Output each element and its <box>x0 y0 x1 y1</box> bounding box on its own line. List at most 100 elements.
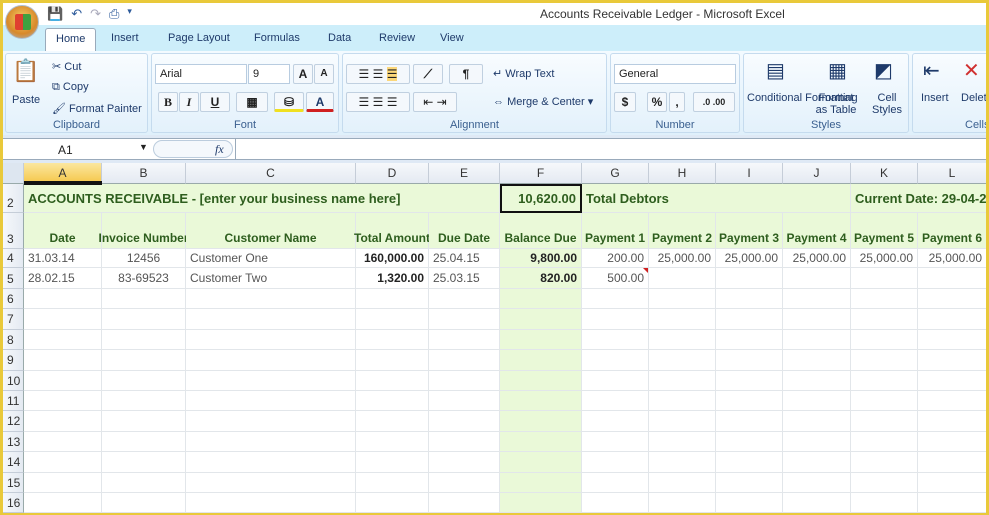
cell[interactable] <box>851 493 918 513</box>
save-icon[interactable]: 💾 <box>47 6 63 22</box>
cell[interactable] <box>716 370 783 391</box>
data-cell[interactable] <box>783 268 851 289</box>
row-header-13[interactable]: 13 <box>3 431 24 453</box>
cell[interactable] <box>918 309 986 330</box>
underline-button[interactable]: U <box>200 92 230 112</box>
worksheet-grid[interactable]: A B C D E F G H I J K L 2 3 4 5 6 7 8 9 10 11 12 13 14 15 16 Date In… <box>3 163 986 513</box>
cell[interactable] <box>429 411 500 432</box>
cell[interactable] <box>649 289 716 310</box>
fill-color-button[interactable]: ⛁ <box>274 92 304 112</box>
name-box-dropdown-icon[interactable]: ▼ <box>139 142 148 152</box>
cell[interactable] <box>851 411 918 432</box>
cell[interactable] <box>783 472 851 493</box>
column-header-K[interactable]: K <box>851 163 918 184</box>
cell[interactable] <box>356 472 429 493</box>
cell[interactable] <box>186 391 356 412</box>
cell[interactable] <box>102 329 186 351</box>
merge-center-button[interactable]: ⇔ Merge & Center ▾ <box>493 95 593 108</box>
cell[interactable] <box>186 329 356 351</box>
paste-button[interactable]: Paste <box>12 94 40 106</box>
data-cell[interactable] <box>716 268 783 289</box>
data-cell[interactable]: 25,000.00 <box>851 249 918 268</box>
cell[interactable] <box>429 472 500 493</box>
cell[interactable] <box>500 289 582 310</box>
total-debtors-value[interactable]: 10,620.00 <box>500 184 582 213</box>
office-button[interactable] <box>5 5 39 39</box>
cell[interactable] <box>716 329 783 351</box>
cell[interactable] <box>102 391 186 412</box>
row-header-16[interactable]: 16 <box>3 493 24 513</box>
total-debtors-label[interactable]: Total Debtors <box>582 184 851 213</box>
data-cell[interactable]: 25,000.00 <box>918 249 986 268</box>
column-heading[interactable]: Payment 2 <box>649 213 716 249</box>
cell[interactable] <box>186 431 356 453</box>
cell[interactable] <box>851 289 918 310</box>
font-name-select[interactable]: Arial <box>155 64 247 84</box>
cell[interactable] <box>851 350 918 371</box>
cell[interactable] <box>356 370 429 391</box>
cell[interactable] <box>649 472 716 493</box>
bold-button[interactable]: B <box>158 92 178 112</box>
cell[interactable] <box>102 493 186 513</box>
cell[interactable] <box>186 309 356 330</box>
horizontal-align-buttons[interactable]: ☰ ☰ ☰ <box>346 92 410 112</box>
cell[interactable] <box>851 452 918 473</box>
cell[interactable] <box>429 391 500 412</box>
cell[interactable] <box>649 350 716 371</box>
format-as-table-button[interactable]: Format as Table <box>814 92 858 116</box>
cell[interactable] <box>582 431 649 453</box>
cell[interactable] <box>649 370 716 391</box>
cell[interactable] <box>851 431 918 453</box>
cell[interactable] <box>851 391 918 412</box>
cell[interactable] <box>783 309 851 330</box>
cell[interactable] <box>783 431 851 453</box>
data-cell[interactable]: 25.03.15 <box>429 268 500 289</box>
cell[interactable] <box>102 350 186 371</box>
cell[interactable] <box>500 370 582 391</box>
undo-icon[interactable]: ↶ <box>71 6 82 22</box>
column-header-B[interactable]: B <box>102 163 186 184</box>
cell[interactable] <box>783 493 851 513</box>
cell[interactable] <box>186 452 356 473</box>
cell[interactable] <box>429 452 500 473</box>
row-header-8[interactable]: 8 <box>3 329 24 351</box>
cell[interactable] <box>716 391 783 412</box>
data-cell[interactable]: 25,000.00 <box>783 249 851 268</box>
cell[interactable] <box>582 329 649 351</box>
cell[interactable] <box>102 472 186 493</box>
orientation-button[interactable]: ⟋ <box>413 64 443 84</box>
column-heading[interactable]: Balance Due <box>500 213 582 249</box>
row-header-6[interactable]: 6 <box>3 289 24 310</box>
data-cell[interactable]: 12456 <box>102 249 186 268</box>
column-heading[interactable]: Date <box>24 213 102 249</box>
cell[interactable] <box>649 309 716 330</box>
sheet-title[interactable]: ACCOUNTS RECEIVABLE - [enter your busine… <box>24 184 500 213</box>
borders-button[interactable]: ▦ <box>236 92 268 112</box>
cell[interactable] <box>716 472 783 493</box>
cell[interactable] <box>783 370 851 391</box>
text-direction-button[interactable]: ¶ <box>449 64 483 84</box>
cell[interactable] <box>24 350 102 371</box>
data-cell[interactable] <box>851 268 918 289</box>
tab-data[interactable]: Data <box>328 32 351 44</box>
cell[interactable] <box>716 493 783 513</box>
cell[interactable] <box>186 472 356 493</box>
cell[interactable] <box>582 289 649 310</box>
data-cell[interactable]: 160,000.00 <box>356 249 429 268</box>
cell[interactable] <box>102 289 186 310</box>
customize-qat-icon[interactable]: ▾ <box>127 6 132 22</box>
cell[interactable] <box>649 391 716 412</box>
row-header-7[interactable]: 7 <box>3 309 24 330</box>
comment-indicator-icon[interactable] <box>643 268 648 273</box>
cell[interactable] <box>429 309 500 330</box>
cell[interactable] <box>356 493 429 513</box>
cell[interactable] <box>582 391 649 412</box>
formula-input[interactable] <box>235 139 986 159</box>
cell[interactable] <box>649 431 716 453</box>
percent-button[interactable]: % <box>647 92 667 112</box>
cell[interactable] <box>918 432 986 453</box>
number-format-select[interactable]: General <box>614 64 736 84</box>
cell[interactable] <box>356 452 429 473</box>
column-heading[interactable]: Total Amount <box>354 213 430 249</box>
cell[interactable] <box>918 391 986 412</box>
